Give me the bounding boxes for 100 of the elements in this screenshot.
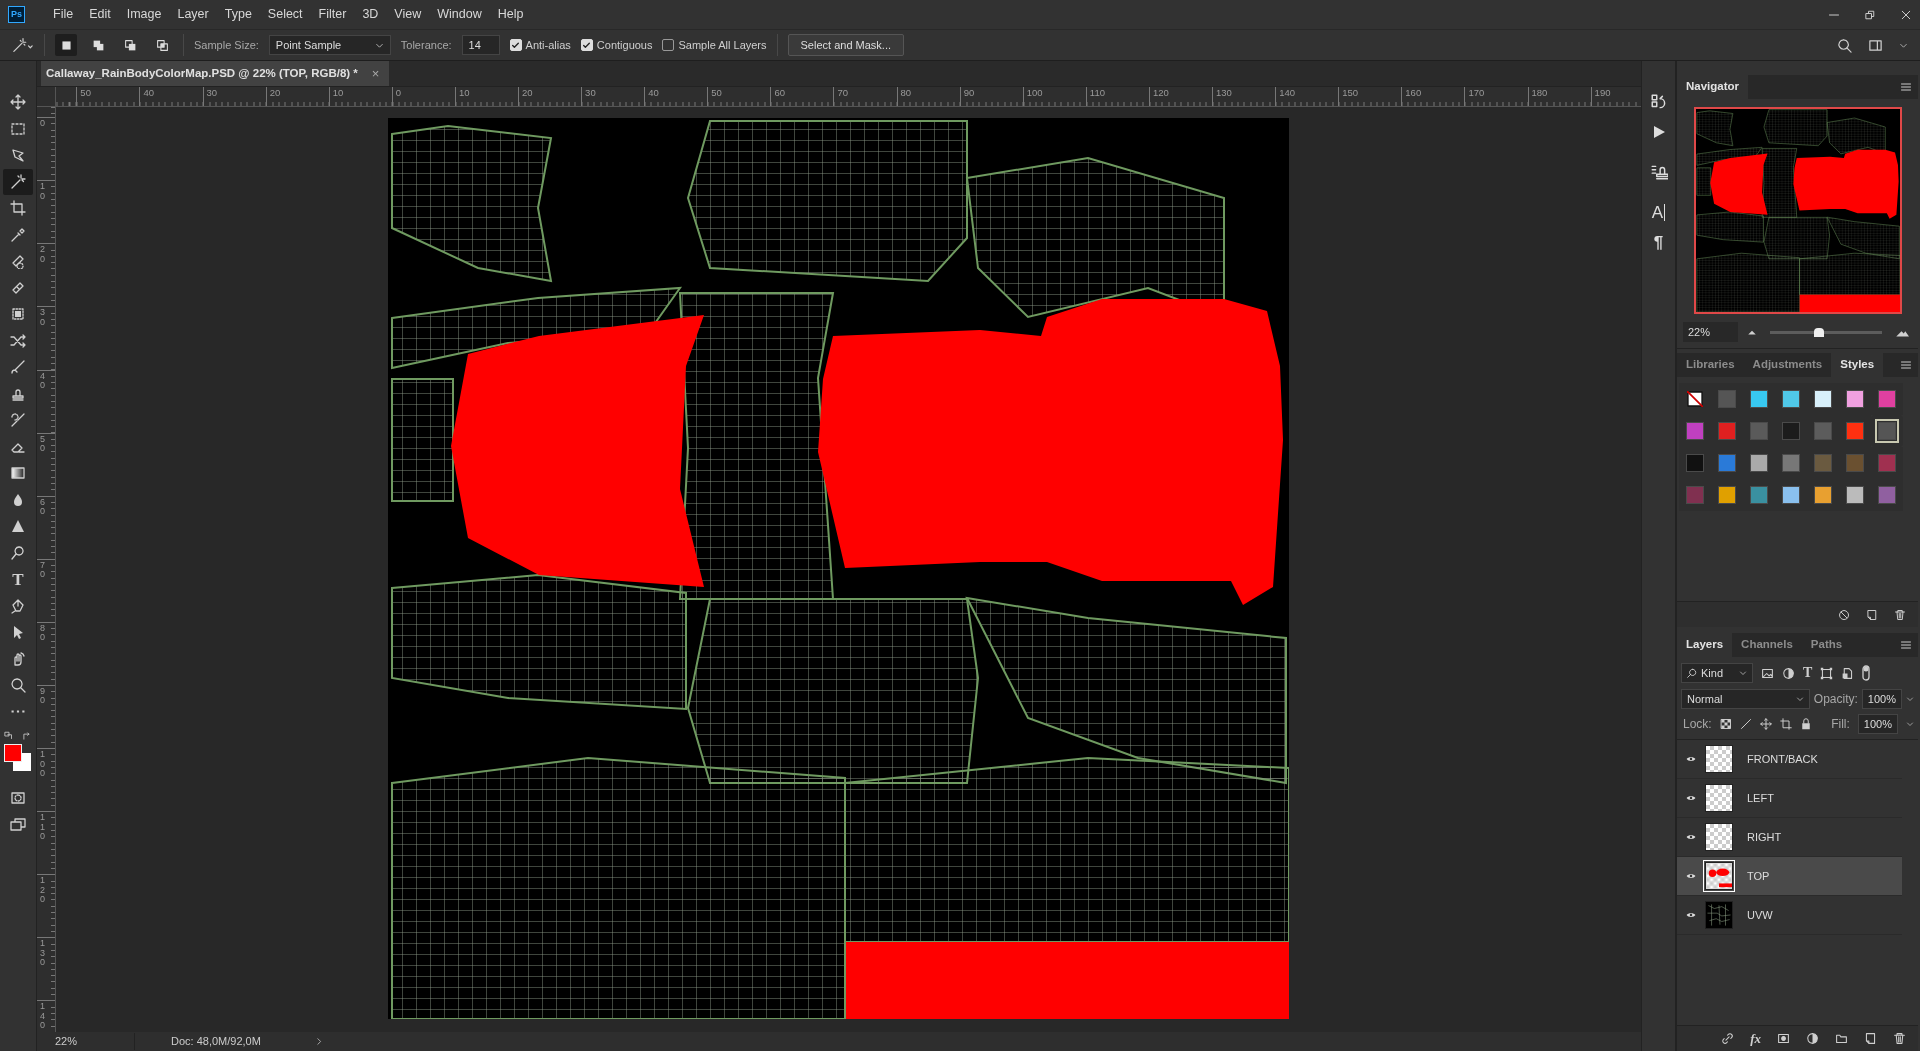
menu-item[interactable]: View — [386, 2, 430, 27]
workspace-icon[interactable] — [1868, 37, 1883, 53]
checkbox-label[interactable]: Contiguous — [596, 36, 653, 54]
layer-row[interactable]: LEFT — [1677, 779, 1902, 818]
quick-mask-icon[interactable] — [10, 790, 26, 807]
fill-field[interactable]: 100% — [1857, 714, 1898, 734]
layer-row[interactable]: UVW — [1677, 896, 1902, 935]
tab-close-button[interactable]: × — [371, 63, 380, 84]
magic-wand-icon[interactable] — [12, 36, 34, 54]
search-icon[interactable] — [1837, 37, 1852, 53]
panel-tab[interactable]: Adjustments — [1743, 353, 1832, 377]
tolerance-label: Tolerance: — [400, 37, 452, 53]
background-color-swatch[interactable] — [13, 753, 31, 771]
lock-pixels-icon[interactable] — [1719, 718, 1732, 730]
document-tab[interactable]: Callaway_RainBodyColorMap.PSD @ 22% (TOP, RGB/8) * × — [41, 61, 390, 87]
menu-item[interactable]: File — [45, 2, 82, 27]
layer-filter-dropdown[interactable]: Kind — [1681, 663, 1753, 683]
trash-icon[interactable] — [1894, 608, 1906, 621]
selection-mode-button[interactable] — [55, 34, 77, 56]
zoom-slider[interactable] — [1770, 330, 1882, 334]
ruler-label: 0 — [395, 87, 402, 99]
layer-row[interactable]: FRONT/BACK — [1677, 740, 1902, 779]
menu-item[interactable]: Select — [259, 2, 311, 27]
new-layer-icon[interactable] — [1864, 1032, 1877, 1045]
eye-icon[interactable] — [1685, 832, 1697, 842]
restore-icon[interactable] — [1864, 8, 1876, 21]
ruler-label: 50 — [40, 434, 46, 454]
layer-row[interactable]: TOP — [1677, 857, 1902, 896]
menu-item[interactable]: Edit — [81, 2, 119, 27]
eye-icon[interactable] — [1685, 871, 1697, 881]
adjustment-icon[interactable] — [1806, 1032, 1819, 1045]
panel-tab[interactable]: Layers — [1677, 633, 1733, 657]
panel-menu-icon[interactable] — [1900, 639, 1912, 651]
checkbox-label[interactable]: Anti-alias — [525, 36, 571, 54]
checkbox[interactable] — [662, 39, 675, 51]
chevron-icon[interactable] — [315, 1035, 324, 1047]
stamp-icon[interactable] — [1649, 163, 1668, 181]
panel-tab[interactable]: Navigator — [1677, 75, 1749, 99]
menu-item[interactable]: Image — [118, 2, 170, 27]
tool-button[interactable] — [3, 168, 33, 195]
eye-icon[interactable] — [1685, 754, 1697, 764]
checkbox-label[interactable]: Sample All Layers — [678, 36, 767, 54]
fx-icon[interactable]: fx — [1750, 1032, 1761, 1045]
ruler-label: 40 — [40, 371, 46, 391]
ruler-label: 130 — [40, 939, 46, 968]
lock-icon[interactable] — [1799, 718, 1812, 730]
blend-mode-dropdown[interactable]: Normal — [1681, 689, 1810, 709]
shape-filter-icon[interactable] — [1820, 666, 1834, 680]
clear-style-icon[interactable] — [1838, 608, 1850, 621]
mask-icon[interactable] — [1777, 1032, 1790, 1045]
tolerance-field[interactable]: 14 — [461, 35, 500, 55]
brush-icon[interactable] — [1739, 718, 1752, 730]
eye-icon[interactable] — [1685, 910, 1697, 920]
panel-menu-icon[interactable] — [1900, 359, 1912, 371]
paragraph-icon[interactable]: ¶ — [1653, 233, 1664, 251]
menu-item[interactable]: Help — [489, 2, 532, 27]
ruler-label: 40 — [648, 87, 659, 99]
eye-icon[interactable] — [1685, 793, 1697, 803]
opacity-field[interactable]: 100% — [1861, 689, 1902, 709]
zoom-field[interactable]: 22% — [1683, 322, 1738, 342]
new-style-icon[interactable] — [1866, 608, 1878, 621]
tool-button[interactable]: T — [3, 566, 33, 593]
layer-thumbnail — [1705, 862, 1733, 890]
panel-menu-icon[interactable] — [1900, 81, 1912, 93]
foreground-color-swatch[interactable] — [4, 744, 22, 762]
panel-tab[interactable]: Styles — [1831, 353, 1884, 377]
history-icon[interactable] — [1649, 93, 1668, 111]
zoom-level[interactable]: 22% — [37, 1033, 135, 1050]
adjustment-filter-icon[interactable] — [1782, 666, 1795, 680]
menu-item[interactable]: Type — [216, 2, 260, 27]
type-filter-icon[interactable]: T — [1803, 666, 1813, 680]
trash-icon[interactable] — [1893, 1032, 1906, 1045]
ruler-label: 140 — [1279, 87, 1295, 99]
folder-icon[interactable] — [1835, 1032, 1848, 1045]
move-icon[interactable] — [1759, 718, 1772, 730]
close-icon[interactable] — [1900, 8, 1912, 21]
triangle-icon — [10, 518, 26, 535]
menu-item[interactable]: Filter — [310, 2, 355, 27]
caret-icon — [1795, 695, 1804, 703]
link-icon[interactable] — [1721, 1032, 1735, 1045]
app-logo[interactable]: Ps — [8, 6, 25, 23]
smart-object-filter-icon[interactable] — [1841, 666, 1855, 680]
bandage-icon — [10, 253, 26, 270]
ruler-label: 110 — [40, 813, 46, 842]
select-and-mask-button[interactable]: Select and Mask... — [787, 34, 905, 56]
menu-item[interactable]: 3D — [354, 2, 387, 27]
screen-mode-icon[interactable] — [10, 816, 26, 833]
no-style-icon — [1687, 391, 1703, 407]
image-filter-icon[interactable] — [1761, 666, 1774, 680]
default-colors-icon[interactable] — [4, 731, 14, 741]
menu-item[interactable]: Layer — [169, 2, 217, 27]
panel-tab[interactable]: Channels — [1732, 633, 1802, 657]
layer-thumbnail — [1705, 823, 1733, 851]
panel-tab[interactable]: Paths — [1801, 633, 1852, 657]
sample-size-dropdown[interactable]: Point Sample — [268, 35, 391, 55]
swap-icon[interactable] — [22, 731, 32, 741]
slider-thumb[interactable] — [1814, 327, 1825, 337]
menu-item[interactable]: Window — [429, 2, 490, 27]
filter-toggle-icon[interactable] — [1862, 665, 1871, 681]
panel-tab[interactable]: Libraries — [1677, 353, 1744, 377]
